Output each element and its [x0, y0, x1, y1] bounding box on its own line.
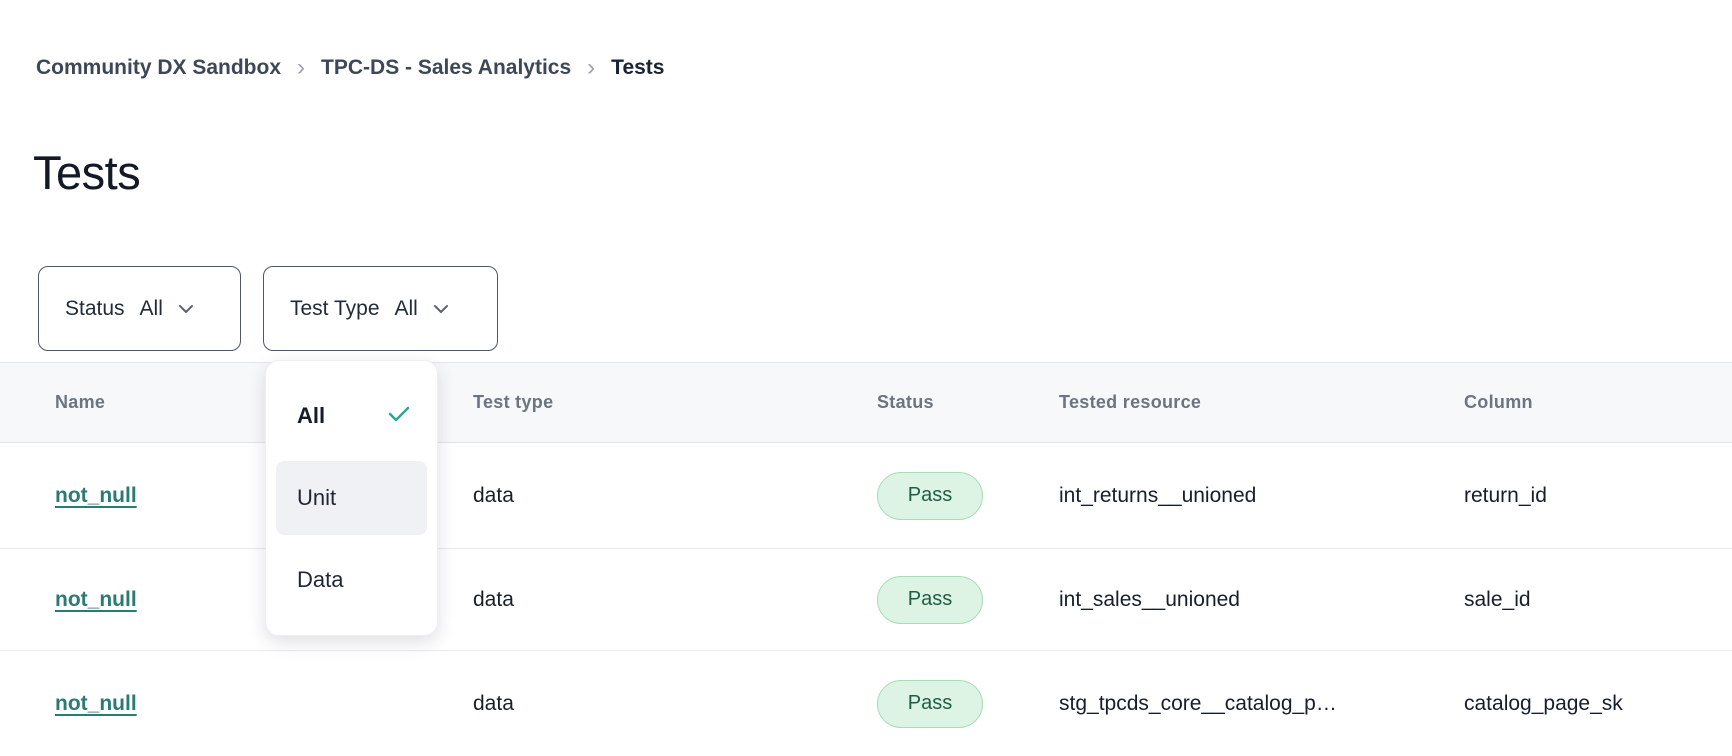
chevron-down-icon	[432, 303, 450, 315]
test-type-cell: data	[473, 549, 514, 650]
breadcrumb-item-tests: Tests	[611, 56, 664, 80]
table-row: not_null data Pass int_sales__unioned sa…	[0, 549, 1732, 651]
breadcrumb-item-workspace[interactable]: TPC-DS - Sales Analytics	[321, 56, 571, 80]
check-icon	[387, 403, 411, 429]
table-row: not_null data Pass int_returns__unioned …	[0, 443, 1732, 549]
column-header-tested-resource: Tested resource	[1059, 363, 1201, 442]
dropdown-item-unit[interactable]: Unit	[276, 461, 427, 536]
dropdown-item-label: Data	[297, 567, 343, 593]
breadcrumb: Community DX Sandbox › TPC-DS - Sales An…	[36, 56, 664, 80]
status-badge: Pass	[877, 680, 983, 728]
dropdown-item-label: Unit	[297, 485, 336, 511]
dropdown-item-data[interactable]: Data	[276, 542, 427, 617]
status-badge: Pass	[877, 576, 983, 624]
chevron-down-icon	[177, 303, 195, 315]
column-header-test-type: Test type	[473, 363, 553, 442]
test-name-link[interactable]: not_null	[55, 484, 137, 508]
test-name-link[interactable]: not_null	[55, 692, 137, 716]
status-filter-label: Status	[65, 297, 125, 321]
breadcrumb-item-project[interactable]: Community DX Sandbox	[36, 56, 281, 80]
column-cell: return_id	[1464, 443, 1547, 548]
page-title: Tests	[33, 145, 140, 200]
dropdown-item-label: All	[297, 403, 325, 429]
column-cell: sale_id	[1464, 549, 1531, 650]
test-type-dropdown-menu: All Unit Data	[265, 360, 438, 636]
column-header-name: Name	[55, 363, 105, 442]
test-type-filter-label: Test Type	[290, 297, 380, 321]
status-badge: Pass	[877, 472, 983, 520]
status-filter-value: All	[140, 297, 163, 321]
tested-resource-cell: int_returns__unioned	[1059, 443, 1256, 548]
tests-page: Community DX Sandbox › TPC-DS - Sales An…	[0, 0, 1732, 756]
test-type-cell: data	[473, 651, 514, 756]
test-type-filter-value: All	[395, 297, 418, 321]
table-row: not_null data Pass stg_tpcds_core__catal…	[0, 651, 1732, 756]
column-header-status: Status	[877, 363, 934, 442]
tested-resource-cell: int_sales__unioned	[1059, 549, 1240, 650]
test-name-link[interactable]: not_null	[55, 588, 137, 612]
test-type-cell: data	[473, 443, 514, 548]
tested-resource-cell: stg_tpcds_core__catalog_p…	[1059, 651, 1337, 756]
breadcrumb-separator-icon: ›	[585, 56, 597, 80]
status-filter-button[interactable]: Status All	[38, 266, 241, 351]
column-cell: catalog_page_sk	[1464, 651, 1623, 756]
column-header-column: Column	[1464, 363, 1533, 442]
dropdown-item-all[interactable]: All	[276, 379, 427, 454]
table-header: Name Test type Status Tested resource Co…	[0, 362, 1732, 443]
breadcrumb-separator-icon: ›	[295, 56, 307, 80]
test-type-filter-button[interactable]: Test Type All	[263, 266, 498, 351]
